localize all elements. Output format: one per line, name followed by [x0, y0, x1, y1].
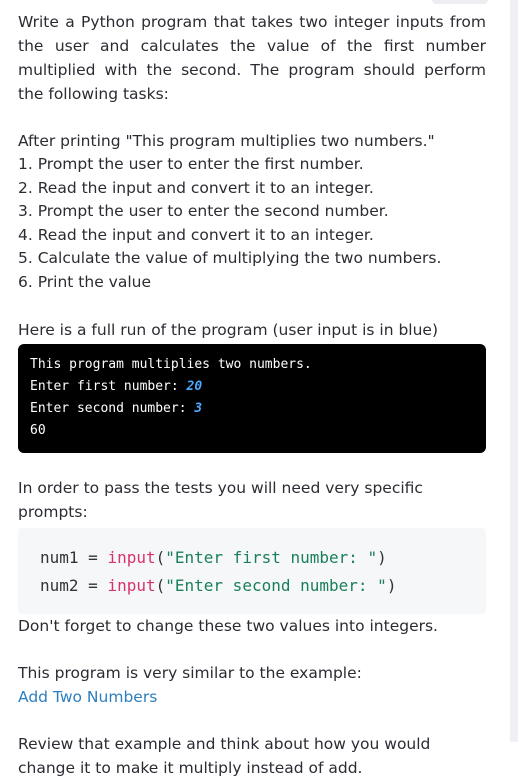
step-item: 6. Print the value — [18, 272, 151, 291]
terminal-line: This program multiplies two numbers. — [30, 356, 312, 372]
step-item: 4. Read the input and convert it to an i… — [18, 225, 374, 244]
user-input-value: 20 — [186, 378, 203, 394]
similar-text: This program is very similar to the exam… — [18, 663, 362, 682]
step-item: 5. Calculate the value of multiplying th… — [18, 249, 442, 268]
scrollbar[interactable] — [510, 0, 518, 742]
user-input-value: 3 — [194, 400, 203, 416]
code-line: num2 = input("Enter second number: ") — [40, 575, 397, 595]
code-line: num1 = input("Enter first number: ") — [40, 547, 387, 567]
top-edge-decoration — [432, 0, 488, 4]
terminal-line: 60 — [30, 422, 46, 438]
step-item: 1. Prompt the user to enter the first nu… — [18, 155, 364, 173]
instructions-panel: Write a Python program that takes two in… — [18, 10, 486, 780]
step-item: 2. Read the input and convert it to an i… — [18, 178, 374, 197]
full-run-text: Here is a full run of the program (user … — [18, 320, 439, 339]
after-printing-text: After printing "This program multiplies … — [18, 132, 435, 150]
forget-text: Don't forget to change these two values … — [18, 616, 438, 635]
code-block: num1 = input("Enter first number: ") num… — [18, 527, 486, 614]
example-link[interactable]: Add Two Numbers — [18, 688, 157, 706]
review-text: Review that example and think about how … — [18, 734, 431, 777]
steps-list: 1. Prompt the user to enter the first nu… — [18, 153, 486, 295]
step-item: 3. Prompt the user to enter the second n… — [18, 202, 389, 221]
tests-text: In order to pass the tests you will need… — [18, 478, 423, 521]
terminal-output: This program multiplies two numbers. Ent… — [18, 343, 486, 453]
terminal-line: Enter second number: 3 — [30, 400, 203, 416]
intro-paragraph: Write a Python program that takes two in… — [18, 13, 486, 103]
terminal-line: Enter first number: 20 — [30, 378, 203, 394]
